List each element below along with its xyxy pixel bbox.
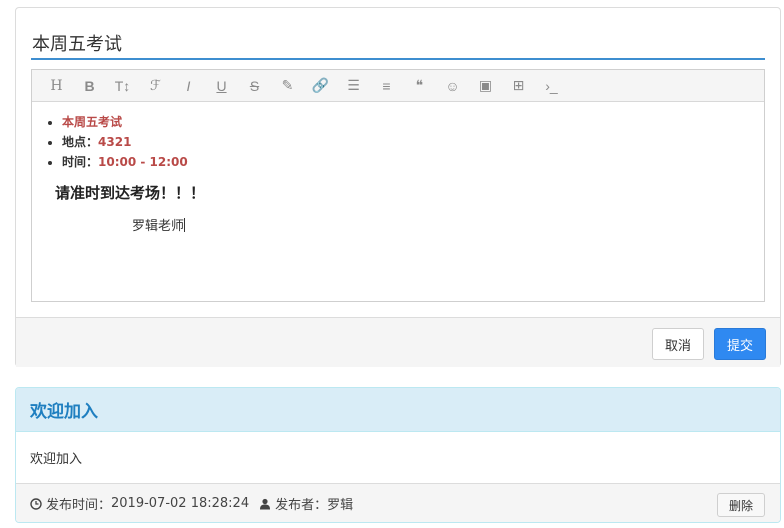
list-icon: ☰: [347, 77, 360, 93]
notice-text: 请准时到达考场！！！: [55, 184, 206, 202]
announcement-title: 欢迎加入: [16, 388, 780, 432]
announcement-body: 欢迎加入: [30, 451, 83, 467]
editor-toolbar: H B T↕ ℱ I U S ✎ 🔗 ☰ ≡ ❝ ☺ ▣ ⊞ ›_: [32, 70, 764, 102]
delete-button[interactable]: 删除: [717, 493, 765, 517]
font-size-button[interactable]: T↕: [106, 70, 139, 102]
bold-button[interactable]: B: [73, 70, 106, 102]
strikethrough-button[interactable]: S: [238, 70, 271, 102]
quote-icon: ❝: [415, 77, 424, 93]
publish-time: 发布时间： 2019-07-02 18:28:24: [30, 494, 249, 513]
cancel-button[interactable]: 取消: [652, 328, 704, 360]
pen-icon: ✎: [281, 77, 294, 93]
link-icon: 🔗: [311, 77, 330, 93]
user-icon: [260, 498, 271, 509]
editor-content[interactable]: 本周五考试 地点：4321 时间：10:00 - 12:00 请准时到达考场！！…: [32, 102, 764, 244]
align-left-icon: ≡: [382, 77, 391, 94]
heading-button[interactable]: H: [40, 70, 73, 102]
clock-icon: [30, 497, 42, 510]
font-family-icon: ℱ: [149, 77, 161, 93]
list-item: 本周五考试: [62, 112, 750, 132]
font-family-button[interactable]: ℱ: [139, 70, 172, 102]
list-item: 时间：10:00 - 12:00: [62, 152, 750, 172]
quote-button[interactable]: ❝: [403, 70, 436, 102]
code-icon: ›_: [545, 77, 558, 94]
rich-text-editor: H B T↕ ℱ I U S ✎ 🔗 ☰ ≡ ❝ ☺ ▣ ⊞ ›_ 本周五考试 地点：4321 时间：10:0…: [31, 69, 765, 302]
list-item-text: 本周五考试: [62, 115, 123, 129]
emoji-icon: ☺: [445, 77, 460, 94]
time-value: 10:00 - 12:00: [98, 155, 188, 169]
table-button[interactable]: ⊞: [502, 70, 535, 102]
submit-button[interactable]: 提交: [714, 328, 766, 360]
time-label: 时间：: [62, 155, 99, 169]
publisher: 发布者： 罗辑: [259, 494, 353, 513]
location-label: 地点：: [62, 135, 99, 149]
publish-time-value: 2019-07-02 18:28:24: [111, 496, 250, 511]
announcement-panel: 欢迎加入 欢迎加入 发布时间： 2019-07-02 18:28:24 发布者：罗…: [15, 387, 781, 523]
underline-icon: U: [216, 77, 227, 94]
image-button[interactable]: ▣: [469, 70, 502, 102]
list-item: 地点：4321: [62, 132, 750, 152]
strikethrough-icon: S: [249, 77, 260, 94]
link-button[interactable]: 🔗: [304, 70, 337, 102]
compose-footer: 取消 提交: [16, 317, 780, 367]
italic-icon: I: [186, 77, 191, 94]
content-list: 本周五考试 地点：4321 时间：10:00 - 12:00: [46, 112, 750, 172]
pen-button[interactable]: ✎: [271, 70, 304, 102]
text-caret: [184, 218, 186, 232]
align-left-button[interactable]: ≡: [370, 70, 403, 102]
heading-icon: H: [50, 77, 63, 94]
signature-text: 罗辑老师: [132, 219, 185, 234]
underline-button[interactable]: U: [205, 70, 238, 102]
code-button[interactable]: ›_: [535, 70, 568, 102]
publisher-label: 发布者：: [275, 498, 328, 513]
signature-line: 罗辑老师: [132, 215, 750, 234]
location-value: 4321: [98, 135, 132, 149]
italic-button[interactable]: I: [172, 70, 205, 102]
emoji-button[interactable]: ☺: [436, 70, 469, 102]
font-size-icon: T↕: [114, 77, 131, 94]
publish-time-label: 发布时间：: [46, 498, 112, 513]
compose-panel: H B T↕ ℱ I U S ✎ 🔗 ☰ ≡ ❝ ☺ ▣ ⊞ ›_ 本周五考试 地点：4321 时间：10:0…: [15, 7, 781, 367]
publisher-value: 罗辑: [327, 498, 354, 513]
list-button[interactable]: ☰: [337, 70, 370, 102]
table-icon: ⊞: [512, 77, 525, 93]
title-input[interactable]: [31, 24, 765, 60]
bold-icon: B: [84, 77, 95, 94]
image-icon: ▣: [478, 77, 493, 93]
announcement-footer: 发布时间： 2019-07-02 18:28:24 发布者： 罗辑 删除: [16, 483, 780, 522]
